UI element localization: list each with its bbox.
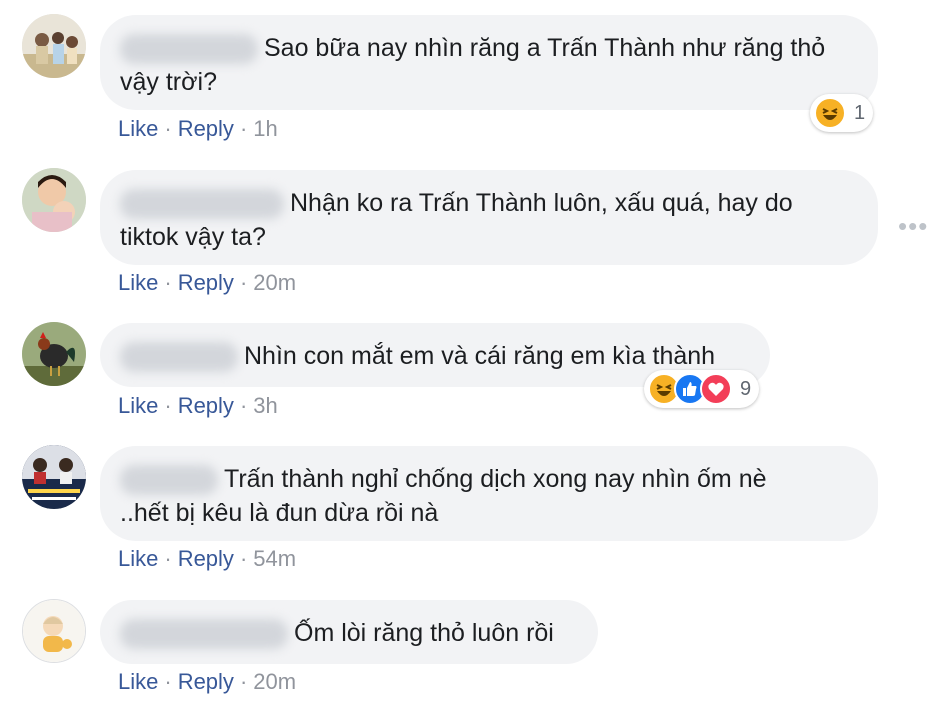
separator-dot: · — [164, 270, 172, 295]
reaction-summary[interactable]: 1 — [810, 94, 874, 132]
timestamp[interactable]: 20m — [253, 669, 296, 694]
separator-dot: · — [239, 669, 248, 694]
comment-text: Nhìn con mắt em và cái răng em kìa thành — [244, 342, 716, 370]
like-link[interactable]: Like — [118, 546, 158, 571]
comment-actions: Like · Reply · 20m — [118, 669, 296, 695]
comment-text-line2: tiktok vậy ta? — [120, 223, 266, 251]
comment-text-line2: vậy trời? — [120, 68, 217, 96]
comment-actions: Like · Reply · 20m — [118, 270, 296, 296]
separator-dot: · — [164, 116, 172, 141]
like-link[interactable]: Like — [118, 270, 158, 295]
avatar[interactable] — [22, 322, 86, 386]
timestamp[interactable]: 54m — [253, 546, 296, 571]
blurred-author-name[interactable] — [120, 342, 238, 373]
comment-bubble: Nhận ko ra Trấn Thành luôn, xấu quá, hay… — [100, 170, 878, 265]
reaction-summary[interactable]: 9 — [644, 370, 760, 408]
blurred-author-name[interactable] — [120, 34, 258, 65]
comment-text: Ốm lòi răng thỏ luôn rồi — [294, 619, 554, 647]
timestamp[interactable]: 20m — [253, 270, 296, 295]
avatar[interactable] — [22, 599, 86, 663]
comment-actions: Like · Reply · 3h — [118, 393, 278, 419]
comment-actions: Like · Reply · 54m — [118, 546, 296, 572]
separator-dot: · — [239, 393, 248, 418]
avatar[interactable] — [22, 445, 86, 509]
reply-link[interactable]: Reply — [178, 393, 234, 418]
haha-icon — [814, 97, 846, 129]
avatar[interactable] — [22, 168, 86, 232]
reply-link[interactable]: Reply — [178, 116, 234, 141]
like-link[interactable]: Like — [118, 669, 158, 694]
comment-bubble: Sao bữa nay nhìn răng a Trấn Thành như r… — [100, 15, 878, 110]
comment-bubble: Trấn thành nghỉ chống dịch xong nay nhìn… — [100, 446, 878, 541]
more-options-icon[interactable]: ••• — [898, 211, 928, 242]
comment-actions: Like · Reply · 1h — [118, 116, 278, 142]
avatar[interactable] — [22, 14, 86, 78]
reply-link[interactable]: Reply — [178, 669, 234, 694]
reaction-count: 9 — [740, 377, 752, 400]
comment-text: Trấn thành nghỉ chống dịch xong nay nhìn… — [224, 465, 767, 493]
separator-dot: · — [164, 669, 172, 694]
separator-dot: · — [239, 546, 248, 571]
comment-text: Sao bữa nay nhìn răng a Trấn Thành như r… — [264, 34, 826, 62]
separator-dot: · — [164, 393, 172, 418]
love-icon — [700, 373, 732, 405]
reply-link[interactable]: Reply — [178, 270, 234, 295]
comment-text-line2: ..hết bị kêu là đun dừa rồi nà — [120, 499, 439, 527]
blurred-author-name[interactable] — [120, 189, 284, 220]
blurred-author-name[interactable] — [120, 465, 218, 496]
like-link[interactable]: Like — [118, 393, 158, 418]
timestamp[interactable]: 1h — [253, 116, 277, 141]
reply-link[interactable]: Reply — [178, 546, 234, 571]
comment-text: Nhận ko ra Trấn Thành luôn, xấu quá, hay… — [290, 189, 793, 217]
separator-dot: · — [164, 546, 172, 571]
like-link[interactable]: Like — [118, 116, 158, 141]
timestamp[interactable]: 3h — [253, 393, 277, 418]
separator-dot: · — [239, 116, 248, 141]
reaction-count: 1 — [854, 101, 866, 124]
separator-dot: · — [239, 270, 248, 295]
comment-bubble: Ốm lòi răng thỏ luôn rồi — [100, 600, 598, 664]
blurred-author-name[interactable] — [120, 619, 288, 650]
